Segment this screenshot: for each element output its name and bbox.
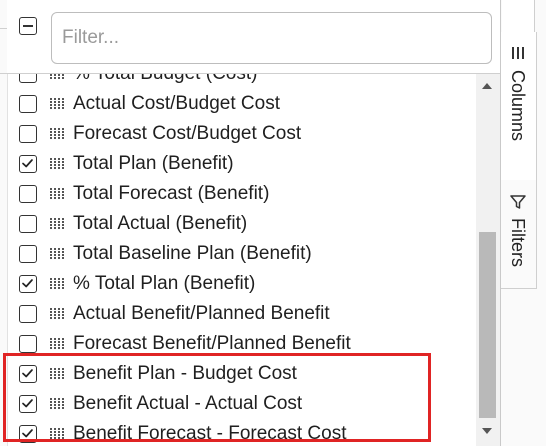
column-checkbox[interactable] [19, 245, 37, 263]
column-checkbox[interactable] [19, 365, 37, 383]
column-label: Benefit Actual - Actual Cost [73, 393, 303, 414]
column-label: % Total Plan (Benefit) [73, 273, 256, 294]
column-list-item[interactable]: Benefit Plan - Budget Cost [7, 359, 476, 389]
tab-filters[interactable]: Filters [501, 180, 537, 289]
columns-icon [510, 46, 526, 65]
column-checkbox[interactable] [19, 335, 37, 353]
column-list-item[interactable]: % Total Plan (Benefit) [7, 269, 476, 299]
column-label: Total Plan (Benefit) [73, 153, 234, 174]
column-panel-header [7, 0, 500, 74]
drag-handle-icon[interactable] [50, 248, 64, 260]
column-label: Total Forecast (Benefit) [73, 183, 270, 204]
checkmark-icon [22, 279, 33, 288]
drag-handle-icon[interactable] [50, 98, 64, 110]
checkmark-icon [22, 159, 33, 168]
column-label: Forecast Benefit/Planned Benefit [73, 333, 351, 354]
tab-columns-label: Columns [508, 70, 528, 142]
tab-filters-label: Filters [508, 218, 528, 267]
column-list-item[interactable]: % Total Budget (Cost) [7, 74, 476, 89]
checkmark-icon [22, 369, 33, 378]
column-list-item[interactable]: Total Actual (Benefit) [7, 209, 476, 239]
column-list-item[interactable]: Forecast Cost/Budget Cost [7, 119, 476, 149]
drag-handle-icon[interactable] [50, 308, 64, 320]
drag-handle-icon[interactable] [50, 128, 64, 140]
sidebar-top-cell [502, 0, 535, 33]
column-list-item[interactable]: Actual Benefit/Planned Benefit [7, 299, 476, 329]
column-list-item[interactable]: Forecast Benefit/Planned Benefit [7, 329, 476, 359]
filter-input[interactable] [51, 12, 492, 64]
column-list-item[interactable]: Benefit Forecast - Forecast Cost [7, 419, 476, 446]
column-checkbox[interactable] [19, 215, 37, 233]
column-label: Total Actual (Benefit) [73, 213, 248, 234]
column-checkbox[interactable] [19, 95, 37, 113]
drag-handle-icon[interactable] [50, 338, 64, 350]
column-checkbox[interactable] [19, 275, 37, 293]
scrollbar-thumb[interactable] [479, 232, 496, 418]
column-list-item[interactable]: Total Forecast (Benefit) [7, 179, 476, 209]
column-checkbox[interactable] [19, 395, 37, 413]
drag-handle-icon[interactable] [50, 74, 64, 80]
checkmark-icon [22, 429, 33, 438]
column-checkbox[interactable] [19, 155, 37, 173]
drag-handle-icon[interactable] [50, 368, 64, 380]
checkmark-icon [22, 399, 33, 408]
drag-handle-icon[interactable] [50, 398, 64, 410]
indeterminate-dash-icon [23, 25, 33, 27]
column-label: Actual Cost/Budget Cost [73, 93, 280, 114]
drag-handle-icon[interactable] [50, 158, 64, 170]
grid-line [0, 73, 7, 74]
tool-panel-sidebar: Columns Filters [500, 0, 546, 446]
column-list-item[interactable]: Benefit Actual - Actual Cost [7, 389, 476, 419]
column-label: Benefit Forecast - Forecast Cost [73, 423, 347, 444]
column-label: Benefit Plan - Budget Cost [73, 363, 297, 384]
tab-columns[interactable]: Columns [501, 32, 537, 181]
drag-handle-icon[interactable] [50, 278, 64, 290]
column-label: Total Baseline Plan (Benefit) [73, 243, 312, 264]
grid-line [0, 28, 7, 29]
select-all-checkbox[interactable] [19, 17, 37, 35]
column-list-item[interactable]: Total Baseline Plan (Benefit) [7, 239, 476, 269]
drag-handle-icon[interactable] [50, 218, 64, 230]
column-list-item[interactable]: Total Plan (Benefit) [7, 149, 476, 179]
drag-handle-icon[interactable] [50, 188, 64, 200]
scroll-up-arrow-icon[interactable] [482, 83, 492, 89]
column-list: % Total Budget (Cost) Actual Cost/Budget … [7, 74, 476, 446]
column-checkbox[interactable] [19, 305, 37, 323]
filter-icon [510, 194, 526, 215]
column-label: % Total Budget (Cost) [73, 74, 257, 87]
drag-handle-icon[interactable] [50, 428, 64, 440]
column-label: Forecast Cost/Budget Cost [73, 123, 302, 144]
scrollbar[interactable] [476, 74, 500, 446]
column-list-item[interactable]: Actual Cost/Budget Cost [7, 89, 476, 119]
scroll-down-arrow-icon[interactable] [482, 428, 492, 434]
column-checkbox[interactable] [19, 425, 37, 443]
column-checkbox[interactable] [19, 125, 37, 143]
column-checkbox[interactable] [19, 185, 37, 203]
column-label: Actual Benefit/Planned Benefit [73, 303, 330, 324]
column-checkbox[interactable] [19, 74, 37, 83]
